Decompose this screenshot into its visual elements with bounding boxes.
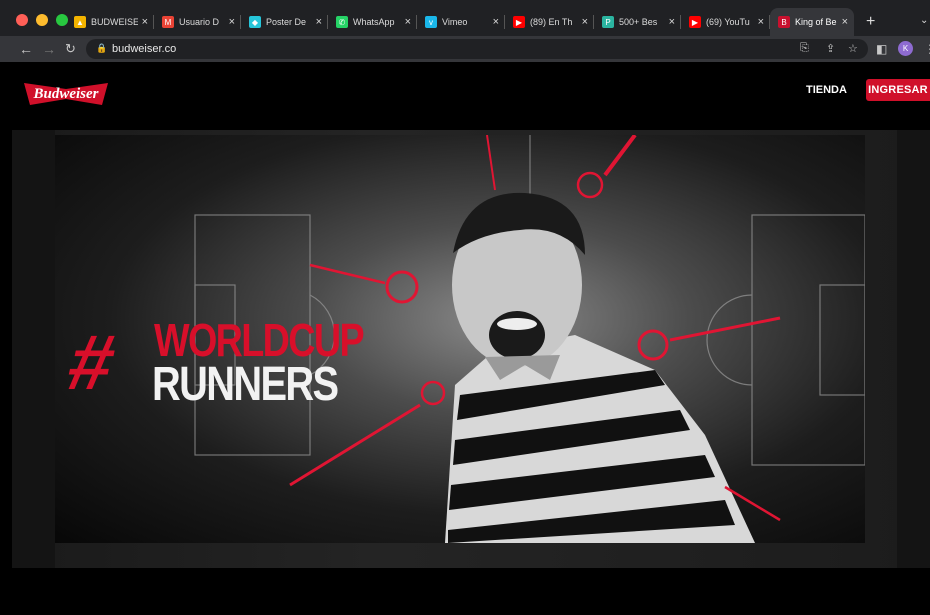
login-button[interactable]: INGRESAR bbox=[866, 79, 930, 101]
browser-tab[interactable]: v Vimeo × bbox=[417, 8, 505, 36]
tab-title: King of Be bbox=[795, 17, 837, 27]
youtube-icon: ▶ bbox=[689, 16, 701, 28]
tab-title: (89) En Th bbox=[530, 17, 573, 27]
address-bar[interactable]: 🔒 budweiser.co ⎘ ⇪ ☆ bbox=[86, 39, 868, 59]
browser-tab[interactable]: P 500+ Bes × bbox=[594, 8, 681, 36]
tab-title: WhatsApp bbox=[353, 17, 395, 27]
site-header: Budweiser TIENDA INGRESAR bbox=[0, 62, 930, 130]
new-tab-button[interactable]: + bbox=[866, 13, 875, 31]
browser-tab[interactable]: ✆ WhatsApp × bbox=[328, 8, 417, 36]
url-text[interactable]: budweiser.co bbox=[112, 43, 176, 55]
tab-title: 500+ Bes bbox=[619, 17, 658, 27]
gmail-icon: M bbox=[162, 16, 174, 28]
close-tab-icon[interactable]: × bbox=[493, 16, 499, 28]
browser-tab[interactable]: M Usuario D × bbox=[154, 8, 241, 36]
translate-icon[interactable]: ⎘ bbox=[800, 42, 809, 55]
tab-title: (69) YouTu bbox=[706, 17, 750, 27]
whatsapp-icon: ✆ bbox=[336, 16, 348, 28]
share-icon[interactable]: ⇪ bbox=[826, 42, 835, 55]
close-tab-icon[interactable]: × bbox=[842, 16, 848, 28]
vimeo-icon: v bbox=[425, 16, 437, 28]
browser-tab[interactable]: ◆ Poster De × bbox=[241, 8, 328, 36]
youtube-icon: ▶ bbox=[513, 16, 525, 28]
back-button[interactable]: ← bbox=[19, 41, 33, 57]
tab-title: Usuario D bbox=[179, 17, 220, 27]
budweiser-icon: B bbox=[778, 16, 790, 28]
browser-tab[interactable]: B King of Be × bbox=[770, 8, 854, 36]
browser-tab[interactable]: ▲ BUDWEISER × bbox=[66, 8, 154, 36]
tab-list: ▲ BUDWEISER × M Usuario D × ◆ Poster De × ✆ WhatsA… bbox=[66, 8, 854, 36]
tab-title: Vimeo bbox=[442, 17, 468, 27]
browser-menu-icon[interactable]: ⋮ bbox=[924, 42, 930, 56]
close-tab-icon[interactable]: × bbox=[229, 16, 235, 28]
lock-icon[interactable]: 🔒 bbox=[96, 43, 107, 54]
side-panel-icon[interactable]: ◧ bbox=[876, 42, 887, 56]
poster-icon: ◆ bbox=[249, 16, 261, 28]
drive-icon: ▲ bbox=[74, 16, 86, 28]
tab-title: BUDWEISER bbox=[91, 17, 138, 27]
window-controls bbox=[16, 14, 68, 26]
browser-tab-strip: ▲ BUDWEISER × M Usuario D × ◆ Poster De × ✆ WhatsA… bbox=[0, 0, 930, 36]
browser-toolbar: ← → ↻ 🔒 budweiser.co ⎘ ⇪ ☆ ◧ K ⋮ bbox=[0, 36, 930, 62]
profile-avatar[interactable]: K bbox=[898, 41, 913, 56]
player-figure bbox=[445, 192, 755, 543]
browser-tab[interactable]: ▶ (89) En Th × bbox=[505, 8, 594, 36]
close-window-button[interactable] bbox=[16, 14, 28, 26]
nav-store-link[interactable]: TIENDA bbox=[806, 84, 847, 96]
bookmark-star-icon[interactable]: ☆ bbox=[848, 42, 858, 55]
minimize-window-button[interactable] bbox=[36, 14, 48, 26]
forward-button[interactable]: → bbox=[42, 41, 56, 57]
browser-tab[interactable]: ▶ (69) YouTu × bbox=[681, 8, 770, 36]
close-tab-icon[interactable]: × bbox=[582, 16, 588, 28]
close-tab-icon[interactable]: × bbox=[405, 16, 411, 28]
logo-wordmark: Budweiser bbox=[33, 86, 99, 102]
right-side-panel bbox=[897, 130, 930, 568]
bookmark-icon: P bbox=[602, 16, 614, 28]
headline-runners: RUNNERS bbox=[152, 358, 339, 411]
close-tab-icon[interactable]: × bbox=[316, 16, 322, 28]
tab-search-chevron-icon[interactable]: ⌄ bbox=[920, 15, 928, 26]
budweiser-logo[interactable]: Budweiser bbox=[24, 81, 108, 107]
reload-button[interactable]: ↻ bbox=[65, 41, 76, 57]
left-side-panel bbox=[12, 130, 55, 568]
close-tab-icon[interactable]: × bbox=[758, 16, 764, 28]
tab-title: Poster De bbox=[266, 17, 307, 27]
close-tab-icon[interactable]: × bbox=[142, 16, 148, 28]
close-tab-icon[interactable]: × bbox=[669, 16, 675, 28]
